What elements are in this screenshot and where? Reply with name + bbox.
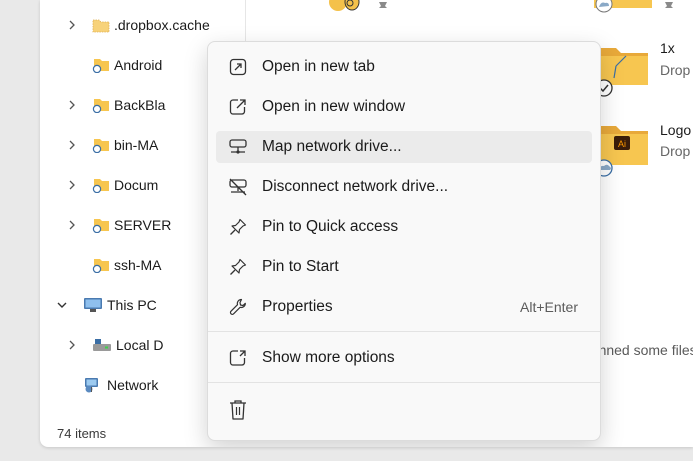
file-status: Drop <box>660 62 691 78</box>
menu-item-open-new-tab[interactable]: Open in new tab <box>216 51 592 83</box>
trash-icon[interactable] <box>228 399 248 421</box>
file-name[interactable]: Logo <box>660 122 691 138</box>
chevron-right-icon[interactable] <box>66 19 78 31</box>
pin-icon <box>665 2 673 13</box>
monitor-icon <box>84 298 102 312</box>
map-network-drive-icon <box>228 137 248 157</box>
folder-cloud-icon <box>92 219 109 233</box>
folder-cloud-icon <box>92 179 109 193</box>
status-item-count: 74 items <box>57 426 107 441</box>
drive-icon <box>93 339 111 351</box>
sidebar-item-local-disk[interactable]: Local D <box>92 334 163 356</box>
menu-item-label: Properties <box>262 298 333 315</box>
menu-item-label: Open in new window <box>262 98 406 115</box>
sidebar-item-backblaze[interactable]: BackBla <box>92 94 165 116</box>
sidebar-item-label: .dropbox.cache <box>114 17 210 33</box>
open-new-tab-icon <box>228 57 248 77</box>
menu-item-disconnect-network-drive[interactable]: Disconnect network drive... <box>216 171 592 203</box>
menu-item-show-more-options[interactable]: Show more options <box>216 342 592 374</box>
pin-icon <box>228 217 248 237</box>
folder-icon[interactable] <box>594 0 654 16</box>
context-menu: Open in new tab Open in new window Map n… <box>207 41 601 441</box>
file-status: Drop <box>660 143 691 159</box>
folder-ai-icon[interactable]: Ai <box>594 122 652 180</box>
menu-item-properties[interactable]: Properties Alt+Enter <box>216 291 592 323</box>
pin-icon <box>228 257 248 277</box>
wrench-icon <box>228 297 248 317</box>
image-thumbnail-icon[interactable] <box>318 0 368 16</box>
sidebar-item-bin-ma[interactable]: bin-MA <box>92 134 158 156</box>
sidebar-item-ssh-ma[interactable]: ssh-MA <box>92 254 161 276</box>
menu-item-label: Pin to Quick access <box>262 218 399 235</box>
network-icon <box>85 378 98 393</box>
pin-icon <box>379 2 387 13</box>
sidebar-item-network[interactable]: Network <box>83 374 158 396</box>
menu-item-label: Show more options <box>262 349 395 366</box>
chevron-right-icon[interactable] <box>66 179 78 191</box>
folder-cloud-icon <box>92 259 109 273</box>
show-more-icon <box>228 348 248 368</box>
sidebar-item-this-pc[interactable]: This PC <box>83 294 157 316</box>
sidebar-item-label: bin-MA <box>114 137 159 153</box>
sidebar-item-label: Docum <box>114 177 159 193</box>
open-new-window-icon <box>228 97 248 117</box>
sidebar-item-documents[interactable]: Docum <box>92 174 158 196</box>
sidebar-item-label: This PC <box>107 297 157 313</box>
sidebar-item-label: Network <box>107 377 159 393</box>
file-explorer-window: .dropbox.cache Android BackBla bin-MA Do… <box>40 0 693 447</box>
sidebar-item-server[interactable]: SERVER <box>92 214 171 236</box>
menu-separator <box>208 331 600 332</box>
disconnect-network-drive-icon <box>228 177 248 197</box>
sidebar-item-label: ssh-MA <box>114 257 162 273</box>
chevron-right-icon[interactable] <box>66 219 78 231</box>
menu-separator <box>208 382 600 383</box>
svg-text:Ai: Ai <box>618 139 626 149</box>
folder-cloud-icon <box>92 59 109 73</box>
menu-item-open-new-window[interactable]: Open in new window <box>216 91 592 123</box>
sidebar-item-label: BackBla <box>114 97 166 113</box>
sidebar-item-label: Android <box>114 57 163 73</box>
chevron-right-icon[interactable] <box>66 339 78 351</box>
menu-item-pin-to-start[interactable]: Pin to Start <box>216 251 592 283</box>
sidebar-item-label: SERVER <box>114 217 172 233</box>
folder-icon <box>92 19 110 33</box>
menu-item-map-network-drive[interactable]: Map network drive... <box>216 131 592 163</box>
menu-item-label: Pin to Start <box>262 258 339 275</box>
menu-item-label: Disconnect network drive... <box>262 178 449 195</box>
folder-cloud-icon <box>92 139 109 153</box>
sidebar-item-label: Local D <box>116 337 164 353</box>
menu-item-label: Map network drive... <box>262 138 402 155</box>
file-name[interactable]: 1x <box>660 40 675 56</box>
folder-sketch-icon[interactable] <box>594 42 652 100</box>
sidebar-item-android[interactable]: Android <box>92 54 162 76</box>
properties-shortcut: Alt+Enter <box>520 299 578 315</box>
folder-cloud-icon <box>92 99 109 113</box>
menu-item-pin-quick-access[interactable]: Pin to Quick access <box>216 211 592 243</box>
chevron-right-icon[interactable] <box>66 99 78 111</box>
sidebar-item-dropbox-cache[interactable]: .dropbox.cache <box>92 14 210 36</box>
menu-item-label: Open in new tab <box>262 58 375 75</box>
chevron-right-icon[interactable] <box>66 139 78 151</box>
chevron-down-icon[interactable] <box>56 299 68 311</box>
